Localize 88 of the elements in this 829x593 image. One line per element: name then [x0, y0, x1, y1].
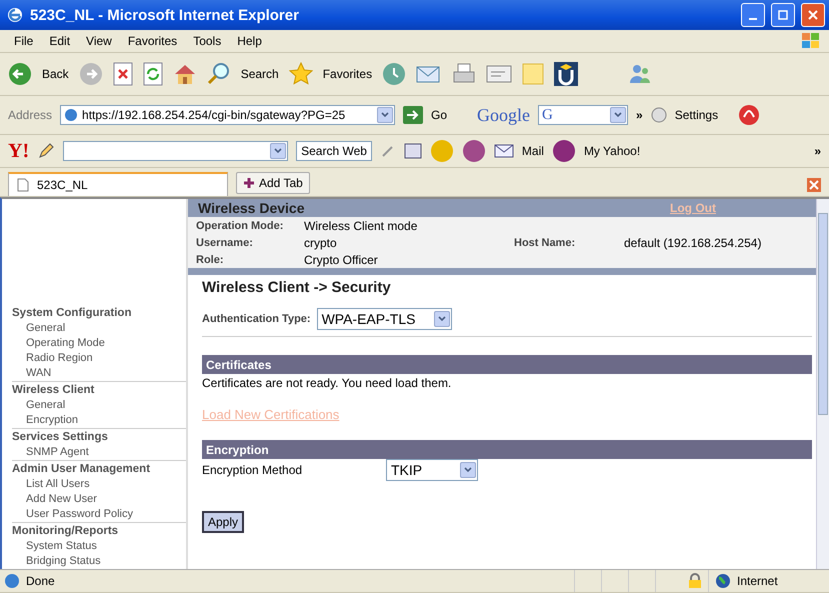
- sidebar-item[interactable]: User Password Policy: [12, 507, 186, 522]
- minimize-button[interactable]: [741, 3, 765, 27]
- section-header: Certificates: [202, 355, 812, 374]
- sidebar-item[interactable]: WAN: [12, 366, 186, 381]
- sidebar-item[interactable]: List All Users: [12, 477, 186, 492]
- mail-button[interactable]: Mail: [522, 144, 544, 158]
- yahoo-search-field[interactable]: [63, 141, 288, 161]
- field-value: default (192.168.254.254): [624, 236, 762, 250]
- favorites-button[interactable]: Favorites: [322, 67, 372, 81]
- stop-icon[interactable]: [112, 62, 133, 86]
- address-label: Address: [8, 108, 52, 122]
- sidebar-section-title: System Configuration: [12, 306, 132, 321]
- sidebar-item[interactable]: Add New User: [12, 492, 186, 507]
- sidebar-item[interactable]: General: [12, 321, 186, 336]
- sidebar-section-title: Services Settings: [12, 430, 109, 445]
- menu-item[interactable]: Tools: [193, 34, 222, 48]
- document-icon: [17, 178, 29, 192]
- zone-text: Internet: [737, 574, 778, 588]
- field-value: Wireless Client mode: [304, 218, 418, 232]
- authentication-dropdown[interactable]: WPA-EAP-TLS: [316, 308, 452, 330]
- address-field[interactable]: https://192.168.254.254/cgi-bin/sgateway?PG=25: [60, 105, 396, 125]
- sidebar-item[interactable]: General: [12, 398, 186, 413]
- encryption-dropdown[interactable]: TKIP: [386, 459, 478, 481]
- settings-button[interactable]: Settings: [674, 108, 718, 122]
- close-icon: [808, 10, 818, 20]
- sidebar-item[interactable]: SNMP Agent: [12, 445, 186, 460]
- field-label: Role:: [196, 254, 224, 266]
- browser-logo-icon: [6, 6, 24, 24]
- field-label: Encryption Method: [202, 463, 304, 477]
- plus-icon: [243, 177, 255, 189]
- more-tools-button[interactable]: »: [636, 108, 643, 122]
- field-label: Host Name:: [514, 236, 576, 248]
- maximize-icon: [778, 10, 788, 20]
- graduation-cap-icon[interactable]: [554, 62, 578, 86]
- google-search-field[interactable]: G: [538, 105, 628, 125]
- status-text: Done: [26, 574, 55, 588]
- history-icon[interactable]: [382, 62, 406, 86]
- back-button[interactable]: Back: [42, 67, 69, 81]
- close-button[interactable]: [801, 3, 825, 27]
- window-title: 523C_NL - Microsoft Internet Explorer: [30, 6, 300, 24]
- maximize-button[interactable]: [771, 3, 795, 27]
- sidebar-item[interactable]: Encryption: [12, 413, 186, 428]
- sidebar-section-title: Admin User Management: [12, 462, 152, 477]
- close-tab-icon[interactable]: [807, 178, 821, 192]
- people-icon[interactable]: [628, 63, 652, 85]
- sidebar-item[interactable]: System Status: [12, 539, 186, 554]
- section-header: Encryption: [202, 440, 812, 459]
- add-tab-button[interactable]: Add Tab: [236, 172, 310, 194]
- edit-icon[interactable]: [486, 63, 512, 85]
- my-yahoo-button[interactable]: My Yahoo!: [584, 144, 640, 158]
- sidebar-item[interactable]: Radio Region: [12, 351, 186, 366]
- header-title: Wireless Device: [198, 200, 304, 216]
- menu-item[interactable]: File: [14, 34, 34, 48]
- radio-icon[interactable]: [650, 107, 667, 123]
- field-value: Crypto Officer: [304, 252, 379, 266]
- star-icon[interactable]: [288, 62, 313, 86]
- go-button[interactable]: Go: [431, 108, 448, 122]
- status-message: Certificates are not ready. You need load them.: [202, 375, 452, 390]
- menu-item[interactable]: Edit: [49, 34, 70, 48]
- browser-tab[interactable]: 523C_NL: [8, 172, 228, 196]
- home-icon[interactable]: [172, 62, 197, 86]
- search-icon[interactable]: [206, 62, 231, 86]
- more-tools-button[interactable]: »: [814, 144, 821, 158]
- apply-button[interactable]: Apply: [202, 511, 244, 533]
- page-title: Wireless Client -> Security: [202, 278, 392, 298]
- sidebar-item[interactable]: Operating Mode: [12, 336, 186, 351]
- field-value: crypto: [304, 236, 338, 250]
- scrollbar[interactable]: [816, 199, 829, 569]
- menu-item[interactable]: View: [86, 34, 112, 48]
- sidebar-item[interactable]: Bridging Status: [12, 554, 186, 569]
- windows-logo-icon: [801, 32, 821, 50]
- field-label: Authentication Type:: [202, 313, 311, 325]
- menu-item[interactable]: Favorites: [128, 34, 178, 48]
- minimize-icon: [749, 18, 757, 20]
- search-web-button[interactable]: Search Web: [296, 141, 372, 161]
- pencil-icon[interactable]: [37, 142, 56, 160]
- envelope-icon[interactable]: [494, 144, 514, 158]
- field-label: Username:: [196, 236, 254, 248]
- google-logo: Google: [477, 104, 530, 126]
- yahoo-logo[interactable]: Y!: [8, 140, 30, 162]
- layout-icon[interactable]: [404, 143, 422, 159]
- search-button[interactable]: Search: [240, 67, 279, 81]
- sidebar-section-title: Monitoring/Reports: [12, 524, 120, 539]
- menu-item[interactable]: Help: [237, 34, 262, 48]
- field-label: Operation Mode:: [196, 220, 284, 232]
- sidebar-section-title: Wireless Client: [12, 383, 96, 398]
- refresh-icon[interactable]: [142, 62, 163, 86]
- lock-icon: [688, 573, 702, 589]
